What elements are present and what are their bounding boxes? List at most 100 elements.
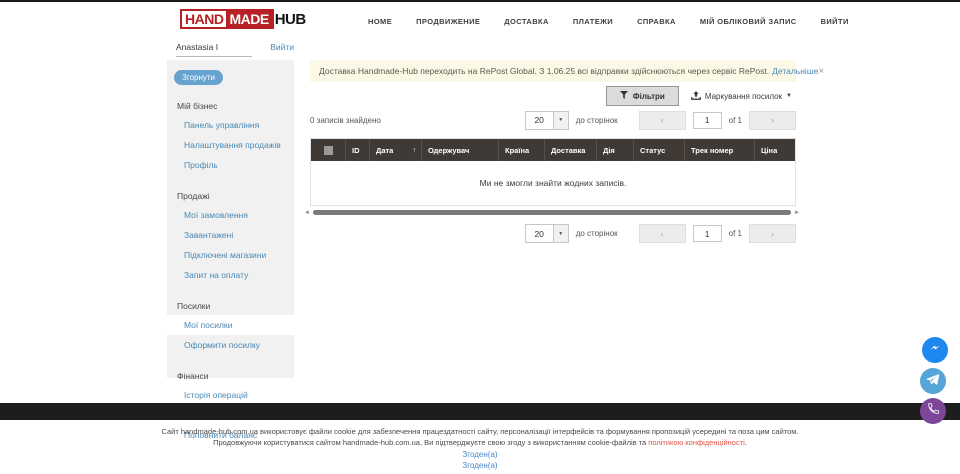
- toolbar: Фільтри Маркування посилок ▼: [310, 86, 796, 106]
- column-header-delivery[interactable]: Доставка: [545, 139, 597, 161]
- agree-link[interactable]: Згоден(а): [0, 461, 960, 470]
- sidebar-section-title: Посилки: [167, 297, 294, 315]
- page-number-input[interactable]: [693, 225, 722, 242]
- pagination-bottom: 20 ▼ до сторінок ‹ of 1 ›: [525, 224, 796, 243]
- parcel-marking-dropdown[interactable]: Маркування посилок ▼: [691, 91, 796, 102]
- nav-promotion[interactable]: ПРОДВИЖЕНИЕ: [416, 17, 480, 26]
- banner-details-link[interactable]: Детальніше: [772, 66, 818, 76]
- column-header-price[interactable]: Ціна: [755, 139, 795, 161]
- filters-button-label: Фільтри: [633, 92, 665, 101]
- messenger-button[interactable]: [922, 337, 948, 363]
- column-header-id[interactable]: ID: [346, 139, 370, 161]
- per-page-value: 20: [526, 115, 553, 125]
- logo-hub: HUB: [275, 11, 306, 28]
- nav-payments[interactable]: ПЛАТЕЖИ: [573, 17, 613, 26]
- column-header-country[interactable]: Країна: [499, 139, 545, 161]
- sidebar-section-parcels: Посилки Мої посилки Оформити посилку: [167, 297, 294, 355]
- sidebar-section-title: Мій бізнес: [167, 97, 294, 115]
- scroll-left-icon[interactable]: ◄: [304, 210, 310, 216]
- nav-help[interactable]: СПРАВКА: [637, 17, 676, 26]
- filters-button[interactable]: Фільтри: [606, 86, 679, 106]
- column-header-recipient[interactable]: Одержувач: [422, 139, 499, 161]
- handmade-hub-logo[interactable]: HANDMADE HUB: [180, 9, 306, 29]
- logo-box: HANDMADE: [180, 9, 274, 29]
- sidebar-item-uploaded[interactable]: Завантажені: [167, 225, 294, 245]
- viber-button[interactable]: [920, 398, 946, 424]
- nav-delivery[interactable]: ДОСТАВКА: [504, 17, 549, 26]
- next-page-button[interactable]: ›: [749, 111, 796, 130]
- sidebar-section-sales: Продажі Мої замовлення Завантажені Підкл…: [167, 187, 294, 285]
- horizontal-scrollbar: ◄ ►: [304, 208, 800, 217]
- telegram-icon: [925, 371, 941, 392]
- sidebar-item-payment-request[interactable]: Запит на оплату: [167, 265, 294, 285]
- nav-home[interactable]: HOME: [368, 17, 392, 26]
- prev-page-button[interactable]: ‹: [639, 224, 686, 243]
- sidebar-item-profile[interactable]: Профіль: [167, 155, 294, 175]
- sidebar-item-dashboard[interactable]: Панель управління: [167, 115, 294, 135]
- column-header-date[interactable]: Дата ↑: [370, 139, 422, 161]
- column-header-track-number[interactable]: Трек номер: [685, 139, 755, 161]
- upload-icon: [691, 91, 701, 102]
- banner-text: Доставка Handmade-Hub переходить на RePo…: [319, 66, 769, 76]
- page-number-input[interactable]: [693, 112, 722, 129]
- per-page-label: до сторінок: [576, 116, 618, 125]
- nav-logout[interactable]: ВИЙТИ: [821, 17, 849, 26]
- sidebar-logout-link[interactable]: Вийти: [270, 42, 294, 52]
- sidebar-section-business: Мій бізнес Панель управління Налаштуванн…: [167, 97, 294, 175]
- top-header: HANDMADE HUB HOME ПРОДВИЖЕНИЕ ДОСТАВКА П…: [0, 2, 960, 40]
- sidebar-item-create-parcel[interactable]: Оформити посилку: [167, 335, 294, 355]
- column-header-status[interactable]: Статус: [634, 139, 685, 161]
- agree-link[interactable]: Згоден(а): [0, 450, 960, 459]
- logo-made: MADE: [226, 11, 271, 27]
- viber-phone-icon: [927, 402, 940, 420]
- chevron-down-icon: ▼: [786, 93, 792, 99]
- parcels-table: ID Дата ↑ Одержувач Країна Доставка Дія С…: [310, 138, 796, 206]
- table-empty-state: Ми не змогли знайти жодних записів.: [311, 161, 795, 205]
- user-row: Anastasia I Вийти: [176, 42, 294, 56]
- messenger-icon: [927, 340, 943, 361]
- user-name: Anastasia I: [176, 42, 252, 57]
- main-nav: HOME ПРОДВИЖЕНИЕ ДОСТАВКА ПЛАТЕЖИ СПРАВК…: [368, 2, 849, 40]
- next-page-button[interactable]: ›: [749, 224, 796, 243]
- sidebar-item-my-orders[interactable]: Мої замовлення: [167, 205, 294, 225]
- per-page-label: до сторінок: [576, 229, 618, 238]
- table-header-row: ID Дата ↑ Одержувач Країна Доставка Дія С…: [311, 139, 795, 161]
- footer-dark-bar: [0, 403, 960, 420]
- prev-page-button[interactable]: ‹: [639, 111, 686, 130]
- cookie-line-2-text: Продовжуючи користуватися сайтом handmad…: [213, 438, 648, 447]
- checkbox-icon: [324, 146, 333, 155]
- column-header-date-label: Дата: [376, 146, 393, 155]
- per-page-select[interactable]: 20 ▼: [525, 224, 569, 243]
- privacy-policy-link[interactable]: політикою конфіденційності: [648, 438, 745, 447]
- sidebar-section-title: Фінанси: [167, 367, 294, 385]
- pagination-bottom-row: 20 ▼ до сторінок ‹ of 1 ›: [310, 224, 796, 243]
- column-header-action[interactable]: Дія: [597, 139, 634, 161]
- sidebar-item-my-parcels[interactable]: Мої посилки: [167, 315, 294, 335]
- chevron-down-icon[interactable]: ▼: [553, 112, 568, 129]
- chevron-down-icon[interactable]: ▼: [553, 225, 568, 242]
- sidebar-item-connected-stores[interactable]: Підключені магазини: [167, 245, 294, 265]
- sidebar-item-operations-history[interactable]: Історія операцій: [167, 385, 294, 405]
- page-of-label: of 1: [729, 229, 742, 238]
- collapse-button[interactable]: Згорнути: [174, 70, 223, 85]
- cookie-line-2: Продовжуючи користуватися сайтом handmad…: [0, 438, 960, 449]
- sidebar-section-title: Продажі: [167, 187, 294, 205]
- cookie-line-1: Сайт handmade-hub.com.ua використовує фа…: [0, 427, 960, 438]
- scroll-right-icon[interactable]: ►: [794, 210, 800, 216]
- pagination-top: 20 ▼ до сторінок ‹ of 1 ›: [525, 111, 796, 130]
- select-all-checkbox[interactable]: [311, 139, 346, 161]
- repost-info-banner: Доставка Handmade-Hub переходить на RePo…: [310, 60, 796, 82]
- per-page-select[interactable]: 20 ▼: [525, 111, 569, 130]
- sort-asc-icon[interactable]: ↑: [413, 147, 417, 154]
- scrollbar-thumb[interactable]: [313, 210, 791, 215]
- per-page-value: 20: [526, 229, 553, 239]
- cookie-notice: Сайт handmade-hub.com.ua використовує фа…: [0, 427, 960, 448]
- sidebar-item-sales-settings[interactable]: Налаштування продажів: [167, 135, 294, 155]
- close-icon[interactable]: ×: [818, 66, 824, 77]
- telegram-button[interactable]: [920, 368, 946, 394]
- cookie-line-2-suffix: .: [745, 438, 747, 447]
- records-row: 0 записів знайдено 20 ▼ до сторінок ‹ of…: [310, 110, 796, 130]
- nav-my-account[interactable]: МІЙ ОБЛІКОВИЙ ЗАПИС: [700, 17, 797, 26]
- sidebar: Згорнути Мій бізнес Панель управління На…: [167, 60, 294, 378]
- page-of-label: of 1: [729, 116, 742, 125]
